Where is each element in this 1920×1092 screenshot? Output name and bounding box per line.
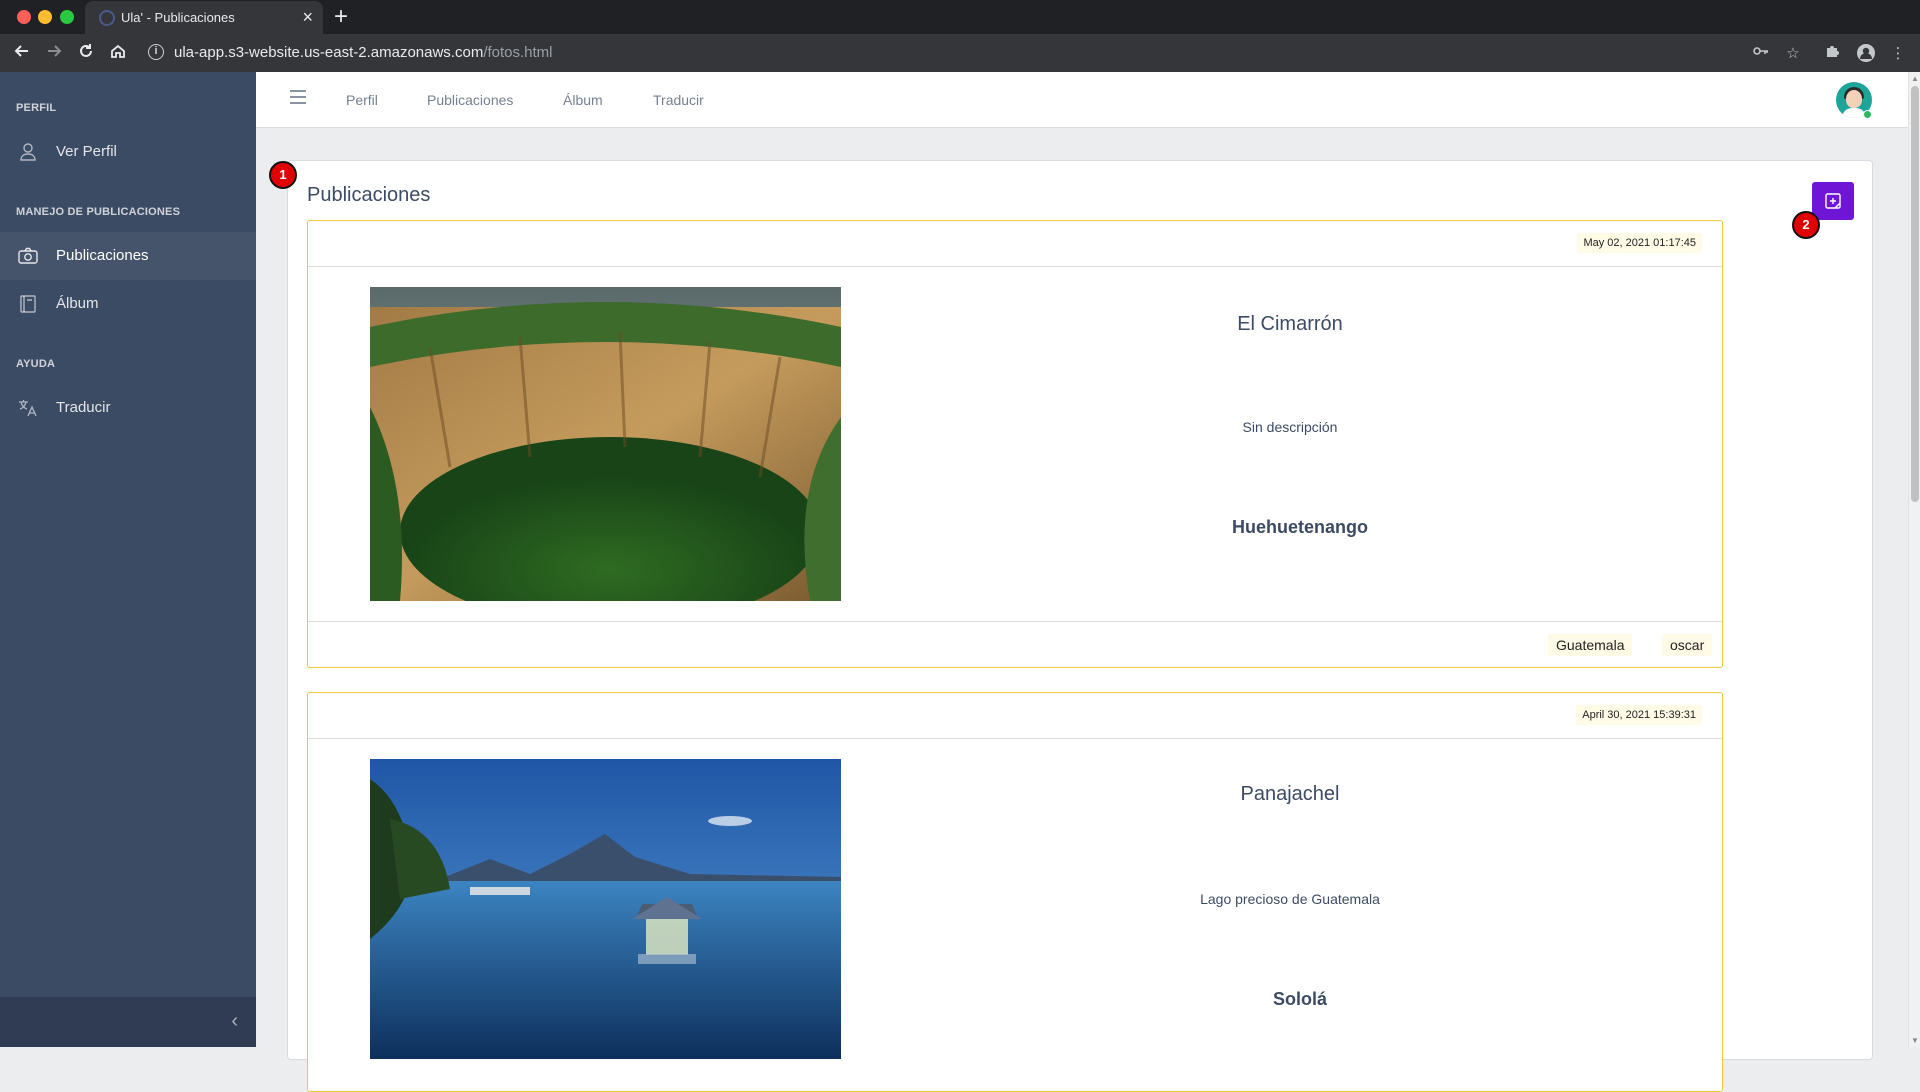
scrollbar-thumb[interactable] <box>1911 86 1919 502</box>
header-nav-traducir[interactable]: Traducir <box>653 92 704 108</box>
sidebar-heading-publicaciones: MANEJO DE PUBLICACIONES <box>16 206 181 218</box>
forward-arrow-icon <box>48 45 62 57</box>
annotation-badge-1: 1 <box>269 161 297 189</box>
post-header: May 02, 2021 01:17:45 <box>308 221 1722 267</box>
annotation-badge-2: 2 <box>1792 211 1820 239</box>
home-button[interactable] <box>106 42 130 66</box>
page-scrollbar[interactable]: ▲ ▼ <box>1908 72 1920 1047</box>
translate-icon <box>19 400 37 417</box>
url-field[interactable]: ula-app.s3-website.us-east-2.amazonaws.c… <box>174 44 553 61</box>
bookmark-star-icon[interactable]: ☆ <box>1782 43 1804 65</box>
sidebar-item-label: Ver Perfil <box>56 143 117 160</box>
sidebar-item-publicaciones[interactable]: Publicaciones <box>0 232 256 280</box>
post-tag: oscar <box>1662 634 1713 656</box>
header-nav-publicaciones[interactable]: Publicaciones <box>427 92 513 108</box>
window-close-button[interactable] <box>17 10 31 24</box>
sidebar-item-label: Traducir <box>56 399 111 416</box>
top-header: Perfil Publicaciones Álbum Traducir <box>256 72 1908 128</box>
sidebar-minimizer[interactable]: ‹ <box>0 997 256 1047</box>
home-icon <box>111 44 125 58</box>
scroll-down-icon[interactable]: ▼ <box>1911 1036 1919 1045</box>
page-title: Publicaciones <box>307 184 431 206</box>
scroll-up-icon[interactable]: ▲ <box>1911 74 1919 83</box>
header-nav-perfil[interactable]: Perfil <box>346 92 378 108</box>
post-title: Panajachel <box>1240 783 1340 805</box>
site-info-icon[interactable]: i <box>148 44 164 60</box>
post-footer: Guatemala oscar <box>308 621 1722 667</box>
user-icon <box>20 143 36 161</box>
chevron-left-icon: ‹ <box>231 1010 238 1032</box>
sidebar-item-label: Publicaciones <box>56 247 149 264</box>
url-path: /fotos.html <box>483 44 553 61</box>
new-tab-button[interactable]: + <box>334 4 348 30</box>
reload-icon <box>80 44 92 57</box>
reload-button[interactable] <box>74 42 98 66</box>
url-host: ula-app.s3-website.us-east-2.amazonaws.c… <box>174 44 484 61</box>
browser-toolbar: i ula-app.s3-website.us-east-2.amazonaws… <box>0 34 1920 72</box>
sidebar-item-traducir[interactable]: Traducir <box>0 384 256 432</box>
hamburger-menu-icon[interactable] <box>290 90 306 104</box>
online-status-dot <box>1863 110 1872 119</box>
add-note-icon <box>1825 193 1841 209</box>
browser-tabbar: Ula' - Publicaciones × + <box>0 0 1920 34</box>
post-card: April 30, 2021 15:39:31 Panajachel Lago … <box>307 692 1723 1092</box>
post-location: Huehuetenango <box>1231 517 1368 537</box>
post-image <box>370 287 841 601</box>
post-date: April 30, 2021 15:39:31 <box>1576 705 1702 725</box>
post-header: April 30, 2021 15:39:31 <box>308 693 1722 739</box>
window-maximize-button[interactable] <box>60 10 74 24</box>
forward-button[interactable] <box>42 42 66 66</box>
sidebar-item-label: Álbum <box>56 295 99 312</box>
browser-tab[interactable]: Ula' - Publicaciones × <box>85 1 323 34</box>
window-minimize-button[interactable] <box>38 10 52 24</box>
tab-favicon-icon <box>99 10 115 26</box>
post-location: Sololá <box>1272 989 1327 1009</box>
tab-close-icon[interactable]: × <box>302 7 313 27</box>
sidebar-heading-ayuda: AYUDA <box>16 358 56 370</box>
extensions-puzzle-icon[interactable] <box>1822 43 1844 65</box>
back-button[interactable] <box>10 42 34 66</box>
post-tag: Guatemala <box>1548 634 1633 656</box>
profile-account-icon[interactable] <box>1855 43 1877 65</box>
album-icon <box>20 295 36 313</box>
camera-icon <box>18 247 38 264</box>
post-date: May 02, 2021 01:17:45 <box>1577 233 1702 253</box>
header-nav-album[interactable]: Álbum <box>563 92 603 108</box>
post-description: Lago precioso de Guatemala <box>1200 891 1380 907</box>
sidebar-heading-perfil: PERFIL <box>16 102 57 114</box>
back-arrow-icon <box>14 45 28 57</box>
password-key-icon[interactable] <box>1750 43 1772 65</box>
post-image <box>370 759 841 1059</box>
sidebar-item-ver-perfil[interactable]: Ver Perfil <box>0 128 256 176</box>
sidebar: PERFIL Ver Perfil MANEJO DE PUBLICACIONE… <box>0 72 256 1047</box>
tab-title: Ula' - Publicaciones <box>121 10 235 25</box>
post-title: El Cimarrón <box>1237 313 1343 335</box>
add-publication-button[interactable] <box>1812 182 1854 220</box>
sidebar-item-album[interactable]: Álbum <box>0 280 256 328</box>
browser-menu-icon[interactable]: ⋮ <box>1887 43 1909 65</box>
post-card: May 02, 2021 01:17:45 El Cimarrón Sin de… <box>307 220 1723 668</box>
post-description: Sin descripción <box>1242 419 1338 435</box>
